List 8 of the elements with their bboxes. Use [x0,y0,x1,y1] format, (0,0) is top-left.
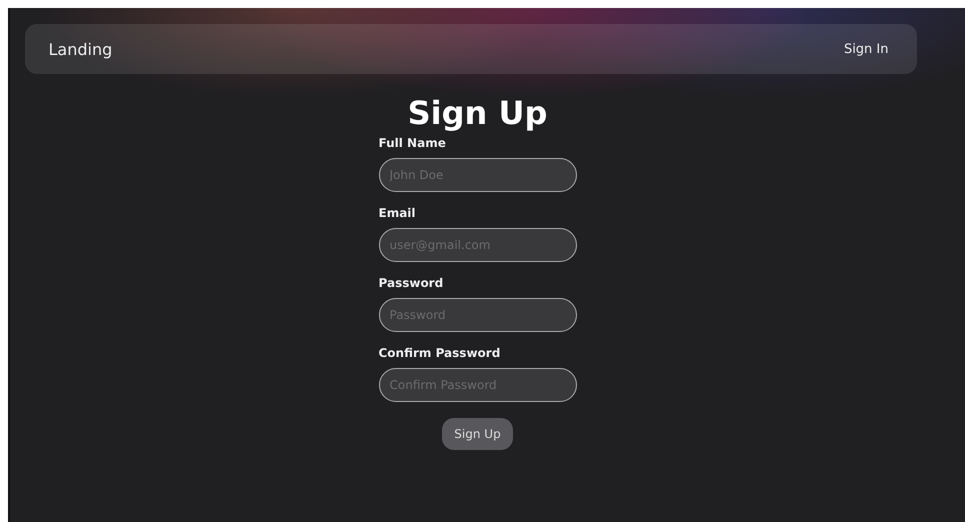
page-title: Sign Up [408,94,548,132]
field-label: Confirm Password [378,346,502,360]
sign-in-link[interactable]: Sign In [844,42,888,56]
brand-link[interactable]: Landing [48,40,112,58]
field-label: Email [378,206,417,220]
field-label: Password [378,276,444,290]
sign-up-button[interactable]: Sign Up [442,418,513,450]
field-label: Full Name [378,136,447,150]
